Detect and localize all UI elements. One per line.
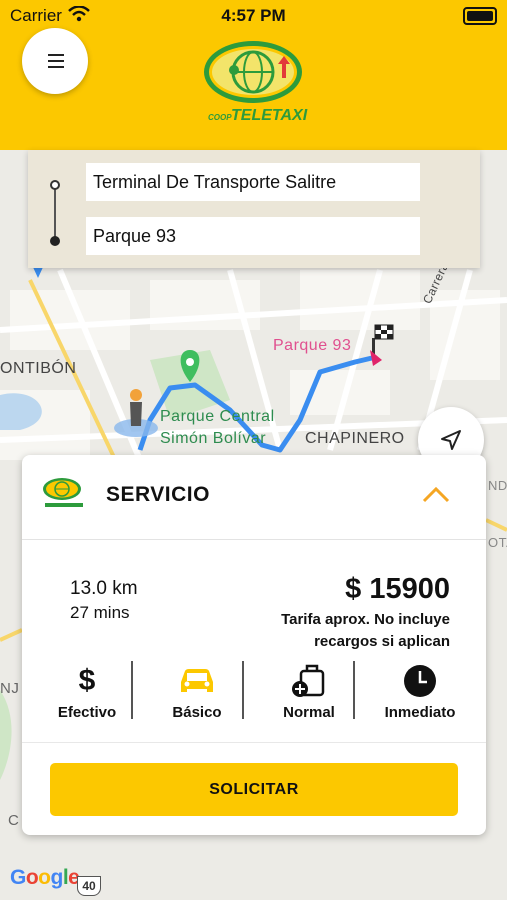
- teletaxi-logo: COOP TELETAXI: [204, 41, 308, 124]
- map-label-fontibon: ONTIBÓN: [0, 360, 77, 377]
- car-icon: [142, 660, 252, 702]
- request-button[interactable]: SOLICITAR: [50, 763, 458, 816]
- trip-duration: 27 mins: [70, 603, 130, 622]
- dollar-icon: $: [78, 664, 96, 697]
- status-bar: Carrier 4:57 PM: [0, 0, 507, 30]
- status-time: 4:57 PM: [221, 6, 286, 25]
- origin-dot-icon: [50, 180, 60, 190]
- service-title: SERVICIO: [106, 483, 210, 506]
- trip-distance: 13.0 km: [70, 578, 138, 599]
- map-label-edge-c: C: [8, 812, 20, 829]
- battery-icon: [463, 7, 497, 25]
- timing-option[interactable]: Inmediato: [365, 660, 475, 721]
- timing-option-label: Inmediato: [384, 704, 456, 721]
- payment-option-label: Efectivo: [57, 704, 117, 721]
- option-divider: [353, 661, 355, 719]
- svg-text:COOP: COOP: [208, 113, 232, 122]
- trip-price: $ 15900: [345, 573, 450, 605]
- map-label-parque-93: Parque 93: [273, 337, 352, 354]
- route-card: Terminal De Transporte Salitre Parque 93: [28, 150, 480, 268]
- destination-dot-icon: [50, 236, 60, 246]
- svg-text:TELETAXI: TELETAXI: [231, 107, 308, 124]
- map-label-edge-ndi: NDI: [488, 478, 507, 493]
- luggage-option[interactable]: Normal: [254, 660, 364, 721]
- luggage-option-label: Normal: [283, 704, 335, 721]
- map-label-simon-bolivar: Simón Bolívar: [160, 430, 267, 447]
- app-header: Carrier 4:57 PM COOP TELETAXI: [0, 0, 507, 150]
- service-panel: SERVICIO 13.0 km 27 mins $ 15900 Tarifa …: [22, 455, 486, 835]
- map-label-edge-ota: OTA: [488, 535, 507, 550]
- menu-icon: [48, 54, 64, 56]
- service-panel-header[interactable]: SERVICIO: [22, 455, 486, 540]
- option-divider: [131, 661, 133, 719]
- google-attribution: Google: [10, 866, 80, 889]
- vehicle-option-label: Básico: [172, 704, 222, 721]
- menu-button[interactable]: [22, 28, 88, 94]
- option-divider: [242, 661, 244, 719]
- luggage-plus-icon: [254, 660, 364, 702]
- route-connector: [54, 184, 56, 240]
- map-label-chapinero: CHAPINERO: [305, 430, 405, 447]
- origin-input[interactable]: Terminal De Transporte Salitre: [86, 163, 420, 201]
- map-label-parque-central: Parque Central: [160, 408, 275, 425]
- price-note: Tarifa aprox. No incluye recargos si apl…: [281, 611, 450, 650]
- payment-option[interactable]: $ Efectivo: [32, 660, 142, 721]
- clock-icon: [365, 660, 475, 702]
- route-shield: 40: [77, 876, 101, 896]
- navigation-arrow-icon: [441, 430, 461, 450]
- chevron-up-icon[interactable]: [422, 485, 450, 505]
- teletaxi-small-logo: [43, 478, 83, 507]
- destination-input[interactable]: Parque 93: [86, 217, 420, 255]
- panel-divider: [22, 742, 486, 743]
- vehicle-option[interactable]: Básico: [142, 660, 252, 721]
- map-label-edge-nj: NJ: [0, 680, 20, 697]
